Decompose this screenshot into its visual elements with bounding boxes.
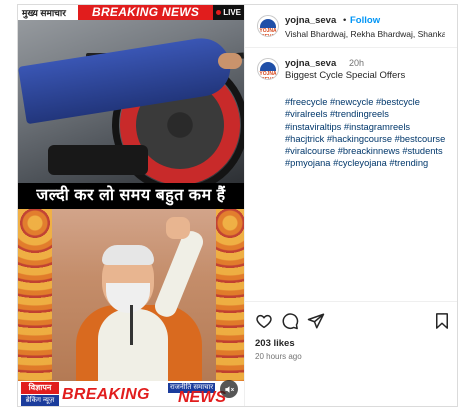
comment-icon[interactable]: [281, 312, 299, 330]
header-username[interactable]: yojna_seva: [285, 15, 336, 26]
bookmark-icon[interactable]: [433, 312, 451, 330]
hindi-caption: जल्दी कर लो समय बहुत कम हैं: [18, 183, 244, 209]
breaking-news-banner: BREAKING NEWS: [78, 5, 214, 20]
news-label: NEWS: [178, 389, 226, 406]
ad-subtag: ब्रेकिंग न्यूज़: [21, 395, 59, 406]
news-category: मुख्य समाचार: [18, 6, 78, 19]
hashtag-list: #freecycle #newcycle #bestcycle #viralre…: [285, 96, 453, 170]
hashtag-link[interactable]: #trending: [389, 158, 428, 168]
hashtag-link[interactable]: #bestcourse: [395, 134, 446, 144]
flowers-left: [18, 209, 52, 381]
avatar-text: YOJNA SEVA: [259, 71, 277, 80]
hashtag-line: #viralcourse #breackinnews #students: [285, 145, 453, 157]
microphone: [130, 305, 133, 345]
hashtag-link[interactable]: #pmyojana: [285, 158, 330, 168]
ad-tag: विज्ञापन: [21, 382, 59, 394]
live-dot-icon: [216, 10, 222, 15]
live-badge: LIVE: [213, 5, 244, 20]
post-header: YOJNA SEVA yojna_seva • Follow Vishal Bh…: [245, 5, 457, 48]
post-side-panel: YOJNA SEVA yojna_seva • Follow Vishal Bh…: [244, 5, 458, 406]
hashtag-link[interactable]: #instaviraltips: [285, 122, 341, 132]
bottom-news-ticker: विज्ञापन ब्रेकिंग न्यूज़ BREAKING राजनीत…: [18, 381, 244, 406]
live-label: LIVE: [223, 8, 241, 17]
caption-time[interactable]: 20h: [349, 58, 364, 68]
flowers-right: [216, 209, 244, 381]
hashtag-link[interactable]: #instagramreels: [344, 122, 410, 132]
collaborators[interactable]: Vishal Bhardwaj, Rekha Bhardwaj, Shanka.…: [285, 29, 445, 39]
hashtag-line: #freecycle #newcycle #bestcycle: [285, 96, 453, 108]
header-separator: •: [343, 15, 347, 26]
follow-button[interactable]: Follow: [350, 15, 380, 26]
scrollbar[interactable]: [457, 108, 458, 288]
share-icon[interactable]: [307, 312, 325, 330]
action-bar: 203 likes 20 hours ago: [245, 301, 457, 406]
hashtag-line: #instaviraltips #instagramreels: [285, 121, 453, 133]
hashtag-line: #viralreels #trendingreels: [285, 108, 453, 120]
avatar-emblem: [260, 62, 276, 71]
breaking-label: BREAKING: [62, 386, 150, 403]
avatar-text: YOJNA SEVA: [259, 28, 277, 37]
hashtag-link[interactable]: #trendingreels: [330, 109, 389, 119]
hashtag-link[interactable]: #cycleyojana: [333, 158, 387, 168]
caption-avatar[interactable]: YOJNA SEVA: [257, 58, 279, 80]
mute-button[interactable]: [220, 380, 238, 398]
hashtag-link[interactable]: #breackinnews: [338, 146, 400, 156]
bike-frame: [48, 145, 148, 175]
hashtag-link[interactable]: #hacjtrick: [285, 134, 324, 144]
speaker-scene: [18, 209, 244, 381]
hashtag-link[interactable]: #students: [402, 146, 442, 156]
post-card: मुख्य समाचार BREAKING NEWS LIVE जल्दी कर…: [17, 4, 458, 407]
raised-arm: [151, 228, 207, 320]
raised-fist: [166, 217, 190, 239]
hashtag-line: #hacjtrick #hackingcourse #bestcourse: [285, 133, 453, 145]
caption-text: Biggest Cycle Special Offers: [285, 70, 406, 81]
hashtag-link[interactable]: #bestcycle: [376, 97, 420, 107]
likes-count[interactable]: 203 likes: [255, 338, 295, 349]
hashtag-line: #pmyojana #cycleyojana #trending: [285, 157, 453, 169]
speaker-muted-icon: [224, 385, 234, 393]
comments-area[interactable]: YOJNA SEVA yojna_seva 20h Biggest Cycle …: [245, 48, 458, 300]
hashtag-link[interactable]: #newcycle: [330, 97, 373, 107]
avatar[interactable]: YOJNA SEVA: [257, 15, 279, 37]
avatar-emblem: [260, 19, 276, 28]
hashtag-link[interactable]: #viralcourse: [285, 146, 335, 156]
hashtag-link[interactable]: #hackingcourse: [327, 134, 392, 144]
hashtag-link[interactable]: #freecycle: [285, 97, 327, 107]
speaker-kurta: [98, 309, 168, 381]
top-news-ticker: मुख्य समाचार BREAKING NEWS LIVE: [18, 5, 244, 20]
heart-icon[interactable]: [255, 312, 273, 330]
bicycle-scene: [18, 5, 244, 193]
speaker-hair: [102, 245, 154, 265]
posted-time[interactable]: 20 hours ago: [255, 352, 302, 361]
hand: [218, 53, 242, 69]
hashtag-link[interactable]: #viralreels: [285, 109, 327, 119]
caption-username[interactable]: yojna_seva: [285, 58, 336, 69]
reel-video[interactable]: मुख्य समाचार BREAKING NEWS LIVE जल्दी कर…: [18, 5, 244, 406]
